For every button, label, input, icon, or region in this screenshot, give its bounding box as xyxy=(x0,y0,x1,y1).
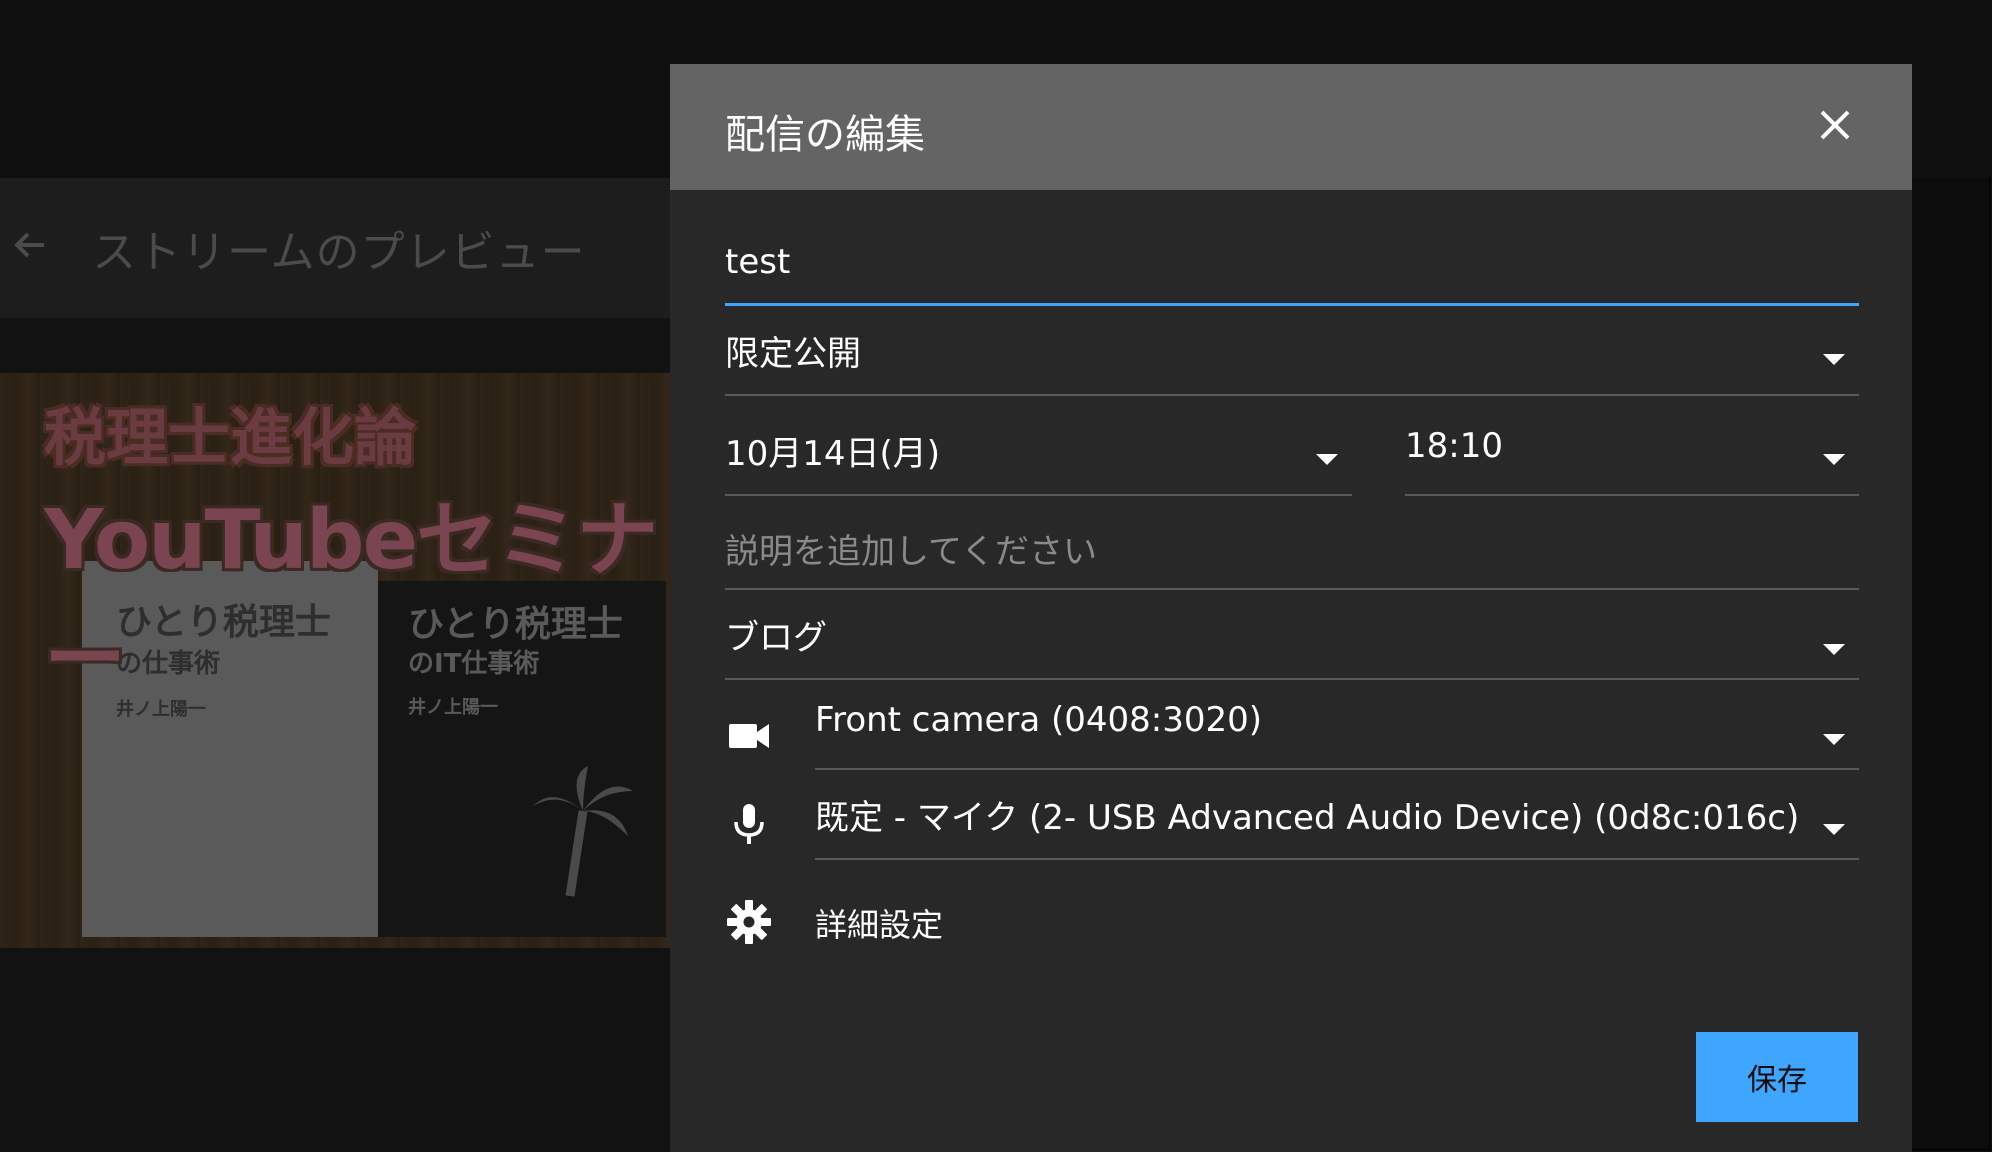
camera-underline xyxy=(815,768,1859,770)
date-select[interactable]: 10月14日(月) xyxy=(725,426,1352,496)
title-input-value: test xyxy=(725,242,791,282)
category-underline xyxy=(725,678,1859,680)
date-underline xyxy=(725,494,1352,496)
chevron-down-icon xyxy=(1823,454,1845,465)
edit-stream-dialog: 配信の編集 test 限定公開 10月14日(月) 18:10 説明を追加してく… xyxy=(670,64,1912,1152)
microphone-underline xyxy=(815,858,1859,860)
chevron-down-icon xyxy=(1823,734,1845,745)
chevron-down-icon xyxy=(1316,454,1338,465)
title-input-underline xyxy=(725,303,1859,306)
save-button[interactable]: 保存 xyxy=(1696,1032,1858,1122)
microphone-value: 既定 - マイク (2- USB Advanced Audio Device) … xyxy=(815,798,1800,838)
thumbnail-headline-2: YouTubeセミナー xyxy=(44,493,658,707)
visibility-select[interactable]: 限定公開 xyxy=(725,326,1859,396)
camera-select[interactable]: Front camera (0408:3020) xyxy=(815,700,1859,770)
advanced-settings-link[interactable]: 詳細設定 xyxy=(815,900,943,946)
title-input[interactable]: test xyxy=(725,236,1859,306)
time-value: 18:10 xyxy=(1405,426,1503,466)
chevron-down-icon xyxy=(1823,644,1845,655)
visibility-value: 限定公開 xyxy=(725,334,861,374)
date-value: 10月14日(月) xyxy=(725,434,941,474)
thumbnail-headline-1: 税理士進化論 xyxy=(44,401,417,474)
chevron-down-icon xyxy=(1823,824,1845,835)
camera-value: Front camera (0408:3020) xyxy=(815,700,1263,740)
videocam-icon xyxy=(729,724,769,748)
chevron-down-icon xyxy=(1823,354,1845,365)
microphone-select[interactable]: 既定 - マイク (2- USB Advanced Audio Device) … xyxy=(815,790,1859,860)
description-underline xyxy=(725,588,1859,590)
category-select[interactable]: ブログ xyxy=(725,610,1859,680)
dialog-title: 配信の編集 xyxy=(725,112,925,158)
palm-tree-icon xyxy=(533,766,633,897)
mic-icon xyxy=(734,804,764,844)
visibility-underline xyxy=(725,394,1859,396)
time-select[interactable]: 18:10 xyxy=(1405,426,1859,496)
back-arrow-icon[interactable] xyxy=(8,223,52,267)
stream-thumbnail: ひとり税理士 の仕事術 井ノ上陽一 ひとり税理士 のIT仕事術 井ノ上陽一 税理… xyxy=(0,373,700,948)
time-underline xyxy=(1405,494,1859,496)
description-input[interactable]: 説明を追加してください xyxy=(725,524,1859,590)
dialog-header: 配信の編集 xyxy=(670,64,1912,190)
close-icon[interactable] xyxy=(1812,102,1858,148)
preview-spacer xyxy=(0,318,700,374)
description-placeholder: 説明を追加してください xyxy=(725,532,1097,572)
category-value: ブログ xyxy=(725,618,827,658)
gear-icon[interactable] xyxy=(725,898,773,946)
preview-title: ストリームのプレビュー xyxy=(92,227,586,278)
page-bottom-area xyxy=(0,948,700,1152)
